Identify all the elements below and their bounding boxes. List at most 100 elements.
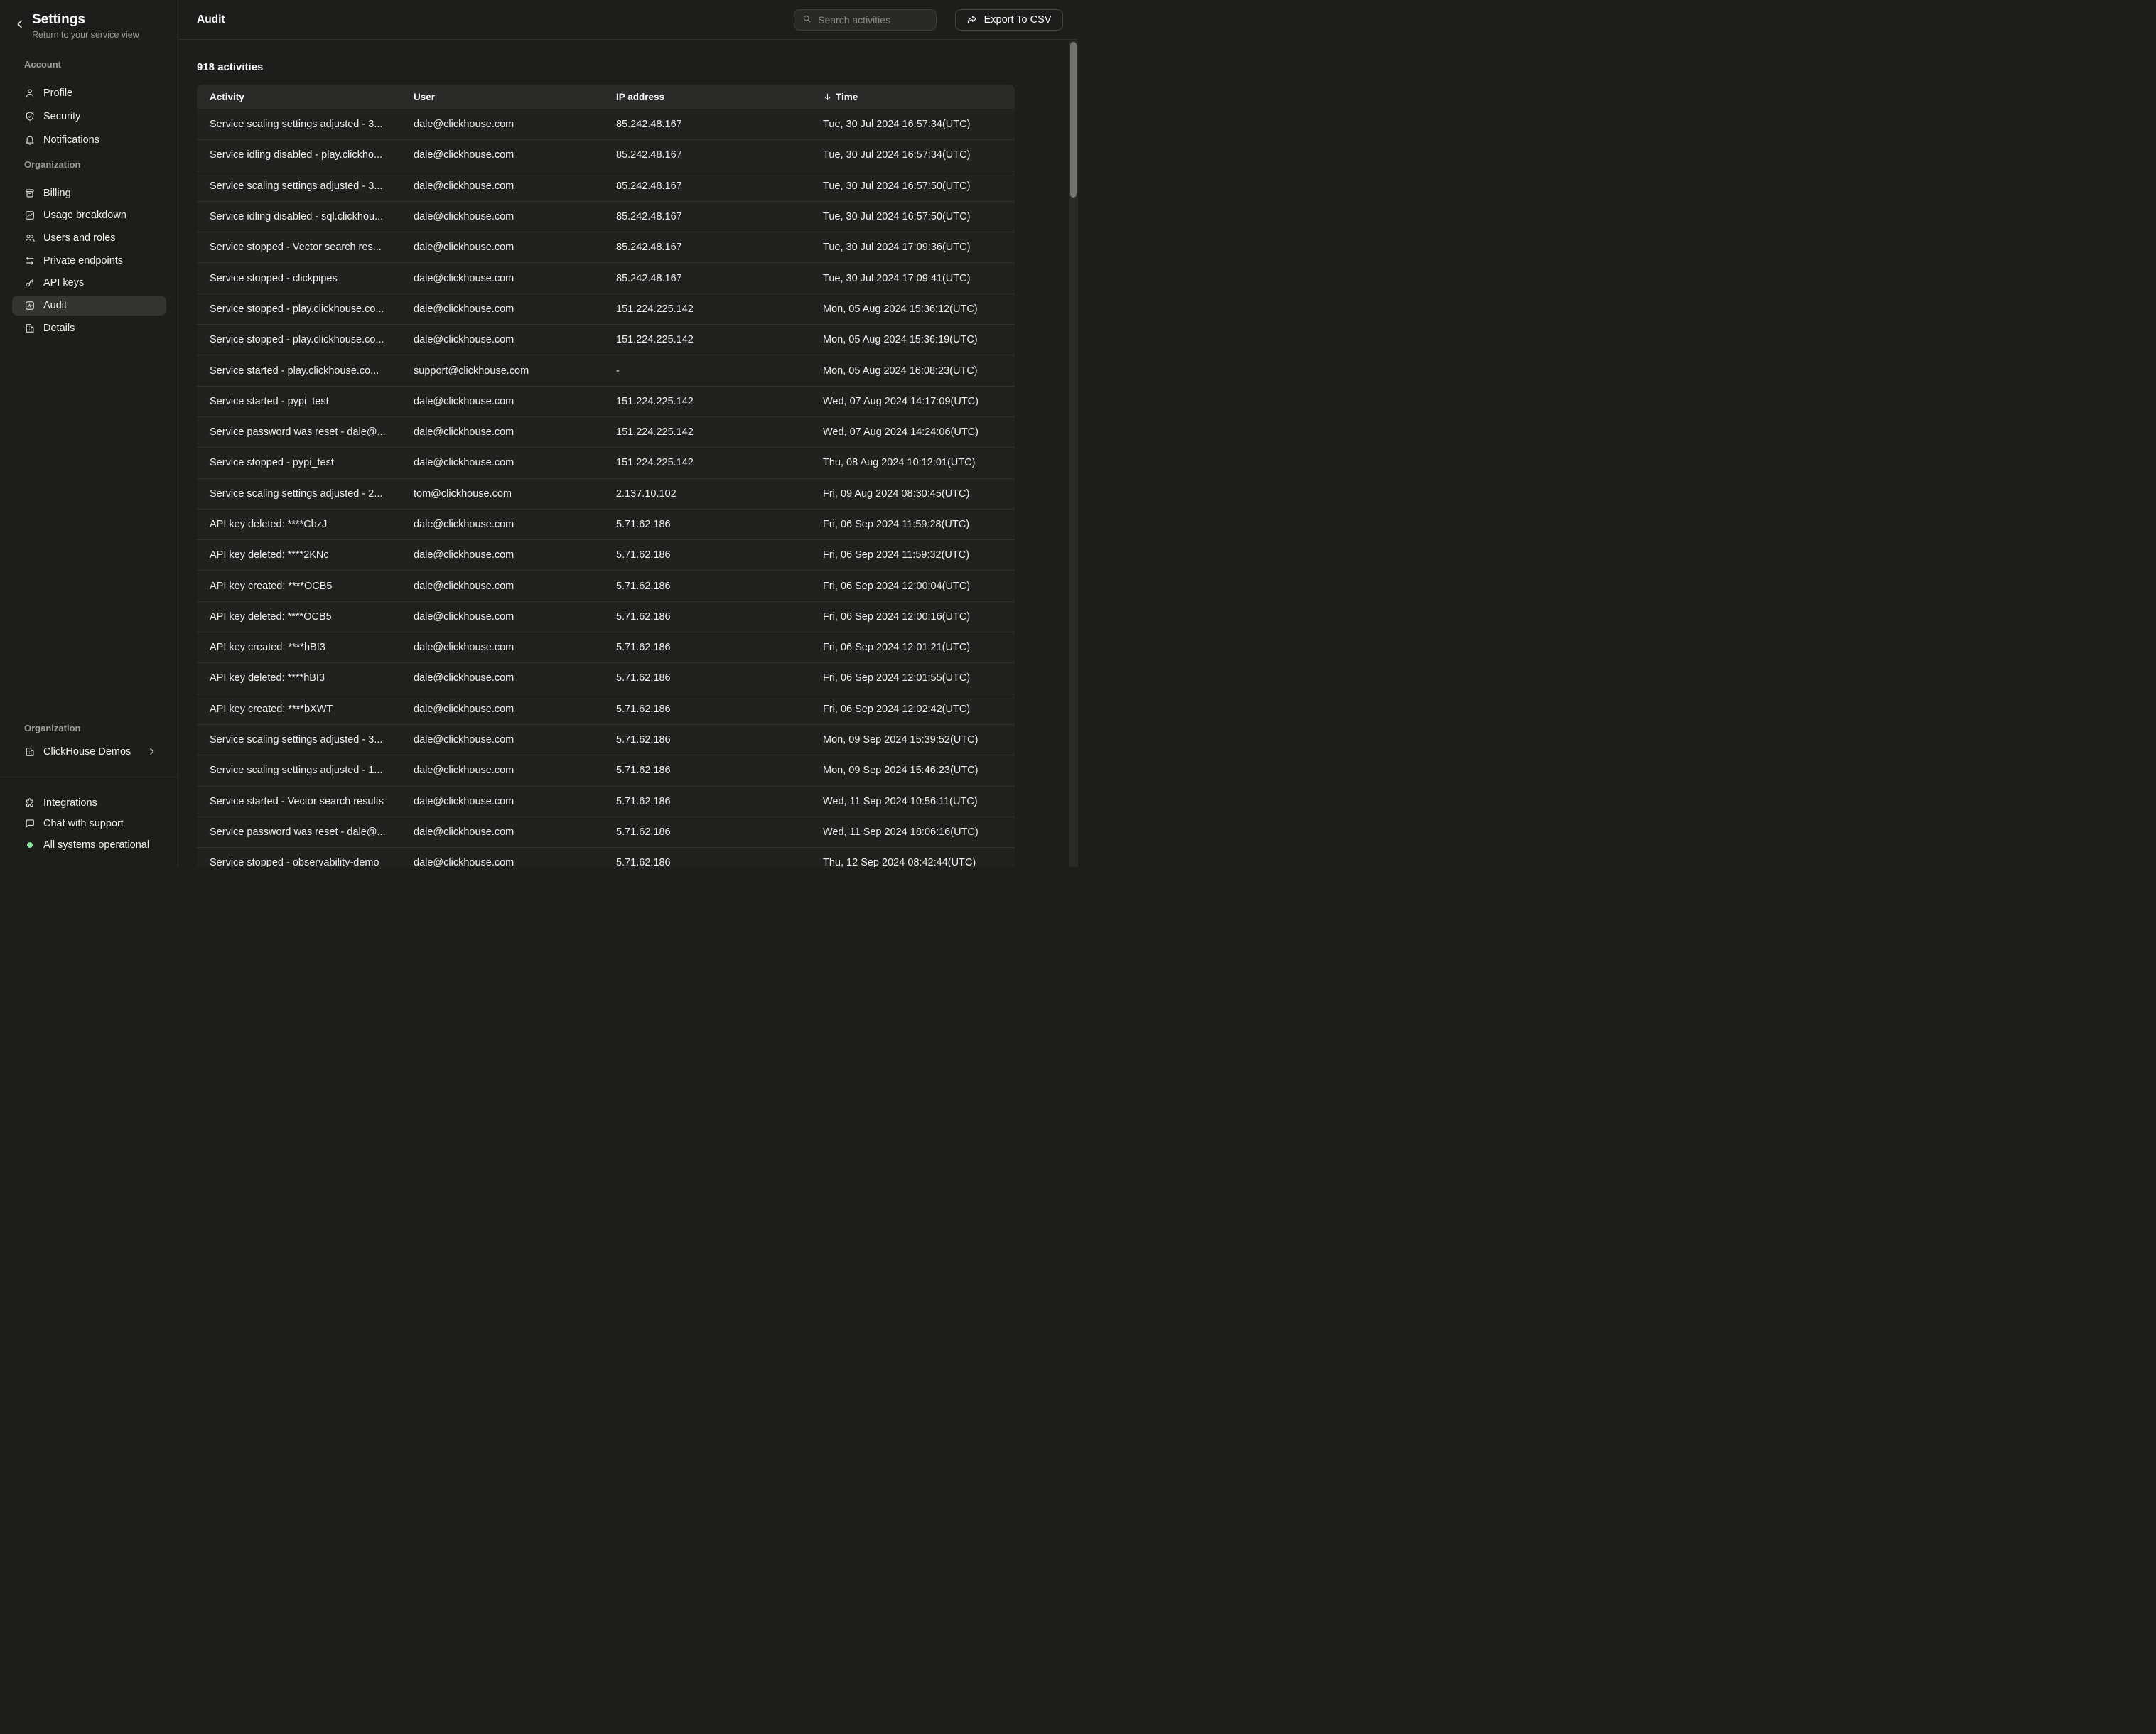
user-cell: dale@clickhouse.com: [401, 149, 603, 161]
sidebar-item-security[interactable]: Security: [12, 107, 167, 126]
user-cell: dale@clickhouse.com: [401, 672, 603, 684]
sidebar-sections: AccountProfileSecurityNotificationsOrgan…: [0, 59, 178, 338]
activity-cell: Service stopped - pypi_test: [197, 457, 401, 468]
table-row[interactable]: Service password was reset - dale@...dal…: [197, 817, 1015, 847]
activity-cell: API key created: ****OCB5: [197, 581, 401, 592]
table-row[interactable]: Service scaling settings adjusted - 3...…: [197, 171, 1015, 201]
activity-cell: API key created: ****bXWT: [197, 704, 401, 715]
table-row[interactable]: Service idling disabled - sql.clickhou..…: [197, 201, 1015, 232]
user-cell: support@clickhouse.com: [401, 365, 603, 377]
column-header-activity[interactable]: Activity: [197, 92, 401, 102]
system-status[interactable]: All systems operational: [12, 835, 167, 856]
time-cell: Fri, 06 Sep 2024 12:02:42(UTC): [810, 704, 1015, 715]
back-icon[interactable]: [14, 18, 26, 30]
table-row[interactable]: API key deleted: ****2KNcdale@clickhouse…: [197, 539, 1015, 570]
ip-cell: 5.71.62.186: [603, 826, 810, 838]
time-cell: Tue, 30 Jul 2024 16:57:34(UTC): [810, 119, 1015, 130]
table-row[interactable]: Service stopped - clickpipesdale@clickho…: [197, 262, 1015, 293]
user-cell: dale@clickhouse.com: [401, 581, 603, 592]
audit-table: Activity User IP address Time Service sc…: [197, 85, 1015, 867]
sidebar-item-label: API keys: [43, 277, 84, 289]
settings-title: Settings: [32, 12, 85, 28]
table-row[interactable]: Service scaling settings adjusted - 2...…: [197, 478, 1015, 509]
sidebar-item-label: Usage breakdown: [43, 210, 126, 221]
sidebar-item-profile[interactable]: Profile: [12, 83, 167, 103]
sidebar-item-notifications[interactable]: Notifications: [12, 130, 167, 150]
table-row[interactable]: Service stopped - observability-demodale…: [197, 847, 1015, 867]
activity-cell: Service started - pypi_test: [197, 396, 401, 407]
ip-cell: 85.242.48.167: [603, 242, 810, 253]
time-cell: Thu, 08 Aug 2024 10:12:01(UTC): [810, 457, 1015, 468]
activity-cell: Service password was reset - dale@...: [197, 426, 401, 438]
time-cell: Tue, 30 Jul 2024 16:57:34(UTC): [810, 149, 1015, 161]
sidebar-item-users-and-roles[interactable]: Users and roles: [12, 228, 167, 248]
time-cell: Fri, 06 Sep 2024 12:01:55(UTC): [810, 672, 1015, 684]
table-row[interactable]: Service started - play.clickhouse.co...s…: [197, 355, 1015, 385]
table-row[interactable]: Service stopped - play.clickhouse.co...d…: [197, 294, 1015, 324]
table-row[interactable]: API key deleted: ****OCB5dale@clickhouse…: [197, 601, 1015, 632]
ip-cell: 5.71.62.186: [603, 796, 810, 807]
table-row[interactable]: Service scaling settings adjusted - 1...…: [197, 755, 1015, 785]
content-area: 918 activities Activity User IP address …: [179, 40, 1078, 867]
sidebar-item-billing[interactable]: Billing: [12, 183, 167, 203]
user-cell: dale@clickhouse.com: [401, 211, 603, 222]
search-icon: [802, 14, 812, 25]
scrollbar-thumb[interactable]: [1070, 42, 1077, 198]
sidebar-item-label: Private endpoints: [43, 255, 123, 266]
sidebar-item-audit[interactable]: Audit: [12, 296, 167, 316]
activity-cell: API key created: ****hBI3: [197, 642, 401, 653]
export-icon: [966, 14, 978, 26]
table-row[interactable]: Service idling disabled - play.clickho..…: [197, 139, 1015, 170]
sidebar-item-organization[interactable]: ClickHouse Demos: [12, 742, 167, 762]
sidebar-item-integrations[interactable]: Integrations: [12, 792, 167, 814]
ip-cell: 151.224.225.142: [603, 334, 810, 345]
chevron-right-icon: [147, 747, 156, 756]
table-row[interactable]: API key created: ****OCB5dale@clickhouse…: [197, 570, 1015, 601]
column-header-user[interactable]: User: [401, 92, 603, 102]
ip-cell: 5.71.62.186: [603, 581, 810, 592]
table-row[interactable]: Service started - pypi_testdale@clickhou…: [197, 386, 1015, 416]
table-row[interactable]: API key deleted: ****hBI3dale@clickhouse…: [197, 662, 1015, 693]
time-cell: Mon, 05 Aug 2024 15:36:12(UTC): [810, 303, 1015, 315]
table-row[interactable]: API key created: ****bXWTdale@clickhouse…: [197, 694, 1015, 724]
table-row[interactable]: Service stopped - play.clickhouse.co...d…: [197, 324, 1015, 355]
footer-item-label: Integrations: [43, 797, 97, 809]
sidebar-item-api-keys[interactable]: API keys: [12, 273, 167, 293]
activity-cell: Service started - play.clickhouse.co...: [197, 365, 401, 377]
table-row[interactable]: Service stopped - Vector search res...da…: [197, 232, 1015, 262]
table-row[interactable]: Service scaling settings adjusted - 3...…: [197, 109, 1015, 139]
table-row[interactable]: Service password was reset - dale@...dal…: [197, 416, 1015, 447]
table-row[interactable]: API key created: ****hBI3dale@clickhouse…: [197, 632, 1015, 662]
sidebar-item-private-endpoints[interactable]: Private endpoints: [12, 251, 167, 271]
ip-cell: 5.71.62.186: [603, 611, 810, 623]
time-cell: Tue, 30 Jul 2024 17:09:36(UTC): [810, 242, 1015, 253]
organization-name: ClickHouse Demos: [43, 746, 131, 758]
sidebar-item-details[interactable]: Details: [12, 318, 167, 338]
table-row[interactable]: Service started - Vector search resultsd…: [197, 786, 1015, 817]
sidebar-item-chat-with-support[interactable]: Chat with support: [12, 814, 167, 835]
arrows-swap-icon: [24, 255, 36, 266]
ip-cell: 5.71.62.186: [603, 704, 810, 715]
ip-cell: 151.224.225.142: [603, 396, 810, 407]
user-cell: dale@clickhouse.com: [401, 857, 603, 867]
column-header-ip[interactable]: IP address: [603, 92, 810, 102]
column-header-time[interactable]: Time: [810, 92, 1015, 102]
user-cell: dale@clickhouse.com: [401, 119, 603, 130]
search-input[interactable]: [818, 14, 929, 26]
sidebar-item-usage-breakdown[interactable]: Usage breakdown: [12, 205, 167, 225]
vertical-scrollbar[interactable]: [1069, 41, 1078, 867]
sidebar-section-organization: OrganizationBillingUsage breakdownUsers …: [0, 159, 178, 338]
time-cell: Fri, 06 Sep 2024 12:00:16(UTC): [810, 611, 1015, 623]
user-cell: dale@clickhouse.com: [401, 704, 603, 715]
search-input-wrapper[interactable]: [794, 9, 937, 31]
activity-cell: Service stopped - observability-demo: [197, 857, 401, 867]
sidebar-item-label: Security: [43, 111, 80, 122]
user-cell: tom@clickhouse.com: [401, 488, 603, 500]
sidebar-item-label: Billing: [43, 188, 71, 199]
table-row[interactable]: Service stopped - pypi_testdale@clickhou…: [197, 447, 1015, 478]
user-cell: dale@clickhouse.com: [401, 303, 603, 315]
export-csv-button[interactable]: Export To CSV: [955, 9, 1063, 31]
activity-cell: Service scaling settings adjusted - 2...: [197, 488, 401, 500]
table-row[interactable]: API key deleted: ****CbzJdale@clickhouse…: [197, 509, 1015, 539]
table-row[interactable]: Service scaling settings adjusted - 3...…: [197, 724, 1015, 755]
